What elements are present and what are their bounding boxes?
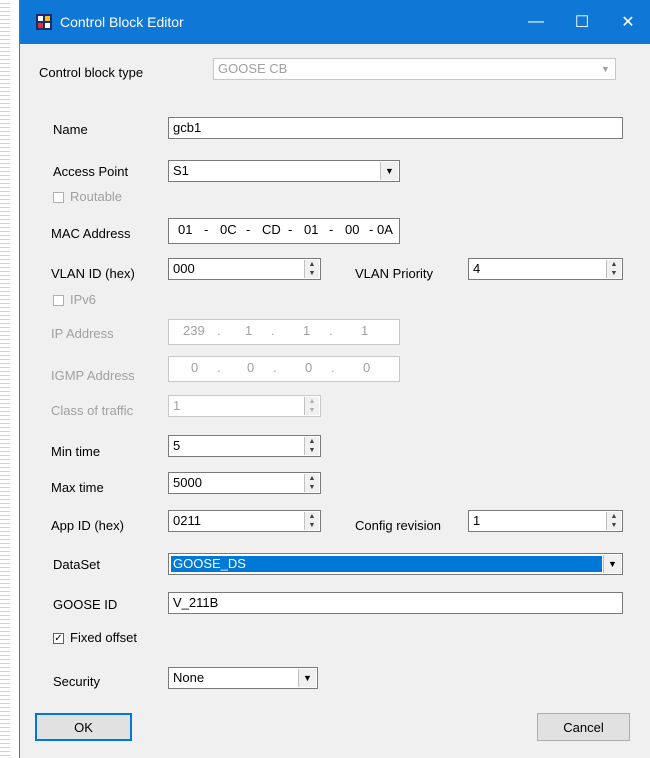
spin-down-icon[interactable]: ▼ (305, 521, 319, 530)
spin-down-icon[interactable]: ▼ (305, 483, 319, 492)
spin-up-icon[interactable]: ▲ (305, 260, 319, 269)
fixed-offset-checkbox[interactable]: ✓ (53, 633, 64, 644)
vlan-priority-label: VLAN Priority (355, 266, 434, 281)
max-time-label: Max time (51, 480, 104, 495)
minimize-button[interactable]: — (513, 0, 559, 44)
security-label: Security (53, 674, 100, 689)
spin-down-icon[interactable]: ▼ (607, 269, 621, 278)
routable-label: Routable (70, 189, 123, 204)
spin-down-icon[interactable]: ▼ (305, 446, 319, 455)
class-of-traffic-label: Class of traffic (51, 403, 134, 418)
config-revision-label: Config revision (355, 518, 441, 533)
vlan-id-spinner[interactable]: 000 ▲ ▼ (168, 258, 321, 280)
spin-down-icon[interactable]: ▼ (305, 406, 319, 415)
config-revision-spinner[interactable]: 1 ▲ ▼ (468, 510, 623, 532)
minimize-icon: — (528, 13, 544, 30)
name-input[interactable]: gcb1 (168, 117, 623, 139)
spin-up-icon[interactable]: ▲ (305, 512, 319, 521)
spin-down-icon[interactable]: ▼ (607, 521, 621, 530)
spin-up-icon[interactable]: ▲ (607, 512, 621, 521)
spin-up-icon[interactable]: ▲ (607, 260, 621, 269)
routable-checkbox[interactable] (53, 192, 64, 203)
name-label: Name (53, 122, 88, 137)
fixed-offset-label: Fixed offset (70, 630, 137, 645)
chevron-down-icon[interactable]: ▼ (603, 555, 621, 573)
ip-address-input[interactable]: 239 . 1 . 1 . 1 (168, 319, 400, 345)
spin-up-icon[interactable]: ▲ (305, 437, 319, 446)
min-time-label: Min time (51, 444, 101, 459)
check-icon: ✓ (54, 633, 63, 644)
vlan-id-spin-buttons[interactable]: ▲ ▼ (304, 260, 319, 278)
app-id-spinner[interactable]: 0211 ▲ ▼ (168, 510, 321, 532)
vlan-id-label: VLAN ID (hex) (51, 266, 135, 281)
max-time-spin-buttons[interactable]: ▲ ▼ (304, 474, 319, 492)
spin-down-icon[interactable]: ▼ (305, 269, 319, 278)
control-block-type-combo[interactable]: GOOSE CB ▼ (213, 58, 616, 80)
close-button[interactable]: ✕ (605, 0, 650, 44)
mac-address-label: MAC Address (51, 226, 131, 241)
spin-up-icon[interactable]: ▲ (305, 474, 319, 483)
dataset-selected-value: GOOSE_DS (171, 556, 602, 572)
vlan-priority-spin-buttons[interactable]: ▲ ▼ (606, 260, 621, 278)
spin-up-icon[interactable]: ▲ (305, 397, 319, 406)
goose-id-label: GOOSE ID (53, 597, 118, 612)
min-time-spinner[interactable]: 5 ▲ ▼ (168, 435, 321, 457)
security-select[interactable]: None ▼ (168, 667, 318, 689)
igmp-address-input[interactable]: 0 . 0 . 0 . 0 (168, 356, 400, 382)
cancel-button[interactable]: Cancel (537, 713, 630, 741)
ipv6-label: IPv6 (70, 292, 97, 307)
maximize-button[interactable]: ☐ (559, 0, 605, 44)
min-time-spin-buttons[interactable]: ▲ ▼ (304, 437, 319, 455)
ok-button[interactable]: OK (35, 713, 132, 741)
dataset-select[interactable]: GOOSE_DS ▼ (168, 553, 623, 575)
class-of-traffic-spin-buttons[interactable]: ▲ ▼ (304, 397, 319, 415)
access-point-label: Access Point (53, 164, 129, 179)
app-id-spin-buttons[interactable]: ▲ ▼ (304, 512, 319, 530)
access-point-select[interactable]: S1 ▼ (168, 160, 400, 182)
class-of-traffic-spinner[interactable]: 1 ▲ ▼ (168, 395, 321, 417)
vlan-priority-spinner[interactable]: 4 ▲ ▼ (468, 258, 623, 280)
mac-address-input[interactable]: 01 - 0C - CD - 01 - 00 - 0A (168, 218, 400, 244)
ipv6-checkbox[interactable] (53, 295, 64, 306)
control-block-editor-window: Control Block Editor — ☐ ✕ Control block… (19, 0, 650, 758)
goose-id-input[interactable]: V_211B (168, 592, 623, 614)
ip-address-label: IP Address (51, 326, 114, 341)
max-time-spinner[interactable]: 5000 ▲ ▼ (168, 472, 321, 494)
chevron-down-icon[interactable]: ▼ (298, 669, 316, 687)
maximize-icon: ☐ (574, 14, 590, 31)
app-icon (36, 14, 52, 30)
control-block-type-label: Control block type (39, 65, 144, 80)
chevron-down-icon[interactable]: ▼ (380, 162, 398, 180)
close-icon: ✕ (621, 14, 635, 31)
app-id-label: App ID (hex) (51, 518, 124, 533)
igmp-address-label: IGMP Address (51, 368, 135, 383)
config-revision-spin-buttons[interactable]: ▲ ▼ (606, 512, 621, 530)
dataset-label: DataSet (53, 557, 100, 572)
window-title: Control Block Editor (60, 14, 184, 30)
left-ruler-strip (0, 0, 10, 758)
control-block-type-value: GOOSE CB (218, 61, 288, 76)
chevron-down-icon[interactable]: ▼ (597, 60, 614, 78)
title-bar[interactable]: Control Block Editor — ☐ ✕ (20, 0, 650, 44)
